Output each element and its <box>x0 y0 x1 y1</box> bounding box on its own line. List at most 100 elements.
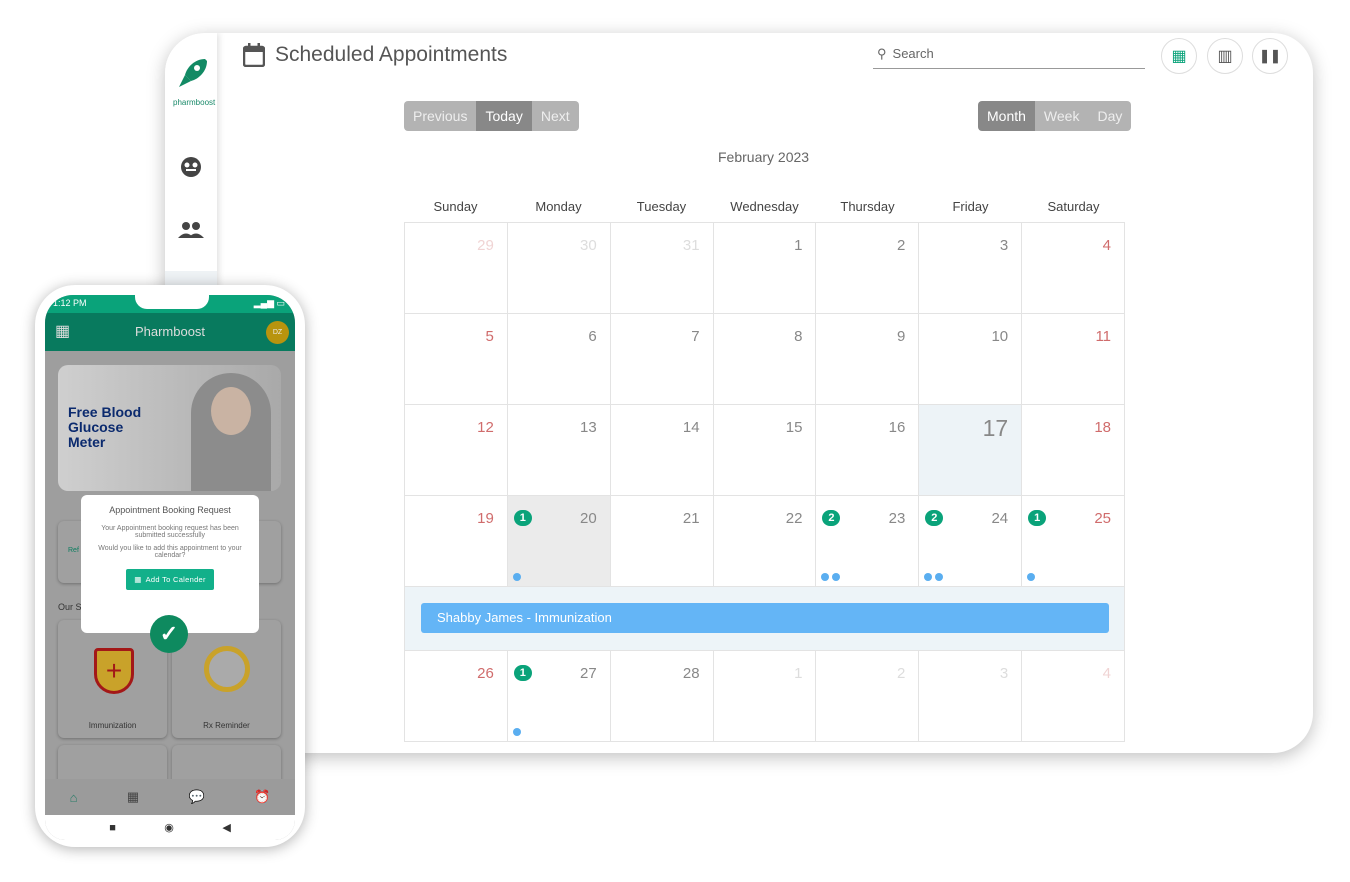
pause-button[interactable]: ❚❚ <box>1252 38 1288 74</box>
day-cell[interactable]: 10 <box>919 313 1023 404</box>
page-title: Scheduled Appointments <box>243 43 507 67</box>
day-cell[interactable]: 24 2 <box>919 495 1023 586</box>
event-dot[interactable] <box>512 728 521 736</box>
event-dot[interactable] <box>935 573 944 581</box>
day-cell[interactable]: 5 <box>405 313 508 404</box>
day-number: 19 <box>477 510 494 527</box>
day-cell[interactable]: 18 <box>1022 404 1126 495</box>
alarm-icon[interactable]: ⏰ <box>254 789 270 805</box>
promo-banner[interactable]: Free Blood Glucose Meter <box>58 365 281 491</box>
day-number: 29 <box>477 237 494 254</box>
week-view-button[interactable]: Week <box>1034 101 1089 131</box>
event-item[interactable]: Shabby James - Immunization <box>421 603 1109 633</box>
shield-icon: + <box>94 648 134 694</box>
day-cell[interactable]: 14 <box>610 404 714 495</box>
event-count-badge[interactable]: 1 <box>513 665 532 681</box>
event-count-badge[interactable]: 1 <box>513 510 532 526</box>
pharmboost-logo[interactable]: pharmboost <box>173 55 215 107</box>
day-cell[interactable]: 2 <box>816 222 920 313</box>
day-number: 21 <box>682 510 700 527</box>
day-cell[interactable]: 2 <box>816 650 920 741</box>
nav-button-group: Previous Today Next <box>404 101 579 131</box>
chat-icon[interactable]: 💬 <box>189 789 205 805</box>
day-cell[interactable]: 26 <box>405 650 508 741</box>
day-number: 16 <box>888 419 906 436</box>
grid-menu-icon[interactable]: ▦ <box>55 313 70 351</box>
week-row: 12 13 14 15 16 17 18 <box>404 404 1126 495</box>
day-number: 28 <box>682 665 700 682</box>
back-icon[interactable]: ◀ <box>222 821 230 834</box>
day-cell[interactable]: 20 1 <box>507 495 611 586</box>
day-number: 2 <box>896 665 906 682</box>
day-cell[interactable]: 22 <box>713 495 817 586</box>
day-cell[interactable]: 3 <box>919 222 1023 313</box>
calendar-icon: ▦ <box>1171 48 1187 65</box>
event-dot[interactable] <box>512 573 521 581</box>
home-icon[interactable]: ⌂ <box>70 790 78 805</box>
day-cell[interactable]: 19 <box>405 495 508 586</box>
day-number: 30 <box>580 237 597 254</box>
day-cell[interactable]: 3 <box>919 650 1023 741</box>
day-cell[interactable]: 28 <box>610 650 714 741</box>
calendar-view-button[interactable]: ▦ <box>1161 38 1197 74</box>
event-count-badge[interactable]: 2 <box>822 510 841 526</box>
day-cell[interactable]: 27 1 <box>507 650 611 741</box>
day-cell[interactable]: 12 <box>405 404 508 495</box>
add-to-calendar-button[interactable]: ▦ Add To Calender <box>126 569 214 590</box>
month-view-button[interactable]: Month <box>978 101 1035 131</box>
calendar-icon: ▦ <box>134 575 142 584</box>
day-cell[interactable]: 9 <box>816 313 920 404</box>
day-cell[interactable]: 4 <box>1022 222 1126 313</box>
day-cell[interactable]: 17 <box>919 404 1023 495</box>
today-button[interactable]: Today <box>476 101 532 131</box>
event-count-badge[interactable]: 1 <box>1028 510 1047 526</box>
dashboard-icon[interactable] <box>177 153 205 181</box>
recents-icon[interactable]: ■ <box>109 822 116 834</box>
day-cell[interactable]: 25 1 <box>1022 495 1126 586</box>
next-button[interactable]: Next <box>531 101 579 131</box>
day-number: 18 <box>1094 419 1112 436</box>
day-cell[interactable]: 11 <box>1022 313 1126 404</box>
day-number: 2 <box>896 237 906 254</box>
previous-button[interactable]: Previous <box>404 101 477 131</box>
table-view-button[interactable]: ▥ <box>1207 38 1243 74</box>
weekday-monday: Monday <box>535 199 582 214</box>
day-number: 3 <box>999 665 1009 682</box>
day-view-button[interactable]: Day <box>1088 101 1132 131</box>
weekday-header: Sunday Monday Tuesday Wednesday Thursday Frid… <box>404 199 1125 222</box>
day-cell[interactable]: 1 <box>713 222 817 313</box>
day-cell[interactable]: 15 <box>713 404 817 495</box>
day-cell[interactable]: 1 <box>713 650 817 741</box>
rocket-icon <box>179 59 207 87</box>
service-card-rx-reminder[interactable]: Rx Reminder <box>172 620 281 738</box>
table-icon: ▥ <box>1217 48 1233 65</box>
day-cell[interactable]: 29 <box>405 222 508 313</box>
search-input[interactable]: ⚲ Search <box>873 39 1145 69</box>
avatar[interactable]: DZ <box>266 321 289 344</box>
event-count-badge[interactable]: 2 <box>925 510 944 526</box>
home-button-icon[interactable]: ◉ <box>164 821 174 834</box>
day-cell[interactable]: 4 <box>1022 650 1126 741</box>
event-dot[interactable] <box>832 573 841 581</box>
calendar-icon[interactable]: ▦ <box>127 789 139 805</box>
day-number: 20 <box>580 510 597 527</box>
users-icon[interactable] <box>177 216 205 244</box>
event-dots <box>512 728 521 736</box>
day-cell[interactable]: 7 <box>610 313 714 404</box>
weekday-thursday: Thursday <box>840 199 895 214</box>
event-dot[interactable] <box>1027 573 1036 581</box>
day-number: 11 <box>1095 328 1112 345</box>
event-dot[interactable] <box>821 573 830 581</box>
day-cell[interactable]: 23 2 <box>816 495 920 586</box>
event-dot[interactable] <box>924 573 933 581</box>
signal-battery-icon: ▂▄▆ ▭ <box>253 298 285 308</box>
day-cell[interactable]: 8 <box>713 313 817 404</box>
day-cell[interactable]: 6 <box>507 313 611 404</box>
day-number: 26 <box>477 665 494 682</box>
day-cell[interactable]: 13 <box>507 404 611 495</box>
day-cell[interactable]: 16 <box>816 404 920 495</box>
view-button-group: Month Week Day <box>978 101 1132 131</box>
day-cell[interactable]: 30 <box>507 222 611 313</box>
day-cell[interactable]: 21 <box>610 495 714 586</box>
day-cell[interactable]: 31 <box>610 222 714 313</box>
